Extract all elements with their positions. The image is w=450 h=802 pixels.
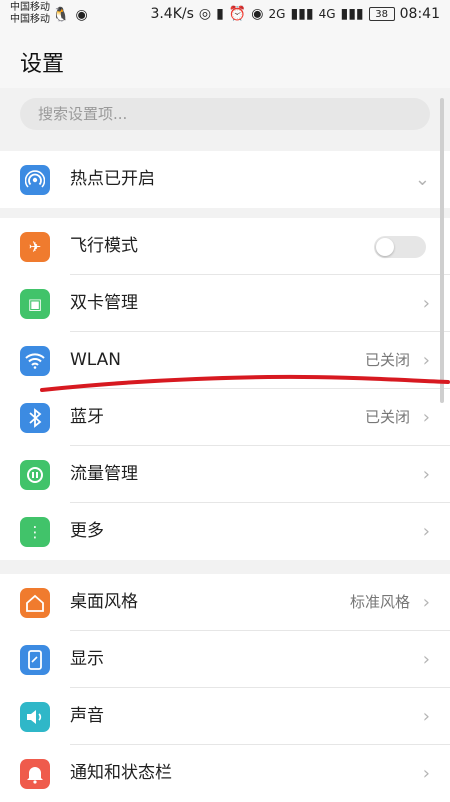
airplane-icon: ✈ bbox=[20, 232, 50, 262]
app-icon: ◉ bbox=[75, 7, 88, 23]
app-header: 设置 bbox=[0, 32, 450, 88]
settings-item-value: 标准风格 bbox=[349, 593, 410, 611]
settings-item-label: 桌面风格 bbox=[70, 592, 138, 612]
chevron-right-icon: › bbox=[422, 649, 430, 670]
settings-item-data-usage[interactable]: 流量管理 › bbox=[0, 446, 450, 503]
airplane-mode-toggle[interactable] bbox=[374, 236, 426, 258]
settings-item-label: 显示 bbox=[70, 649, 104, 669]
toggle-knob bbox=[376, 238, 394, 256]
settings-item-label: 双卡管理 bbox=[70, 293, 138, 313]
qq-icon: 🐧 bbox=[52, 7, 70, 23]
data-usage-icon bbox=[20, 460, 50, 490]
settings-item-label: 流量管理 bbox=[70, 464, 138, 484]
sound-icon bbox=[20, 702, 50, 732]
more-icon: ⋮ bbox=[20, 517, 50, 547]
page-title: 设置 bbox=[20, 52, 65, 77]
settings-item-label: 更多 bbox=[70, 521, 104, 541]
bluetooth-icon bbox=[20, 403, 50, 433]
notification-icon bbox=[20, 759, 50, 789]
red-underline-annotation bbox=[40, 374, 450, 392]
settings-item-label: 通知和状态栏 bbox=[70, 763, 172, 783]
carrier-labels: 中国移动 中国移动 bbox=[10, 2, 50, 26]
chevron-right-icon: › bbox=[422, 293, 430, 314]
settings-item-dual-sim[interactable]: ▣ 双卡管理 › bbox=[0, 275, 450, 332]
group-display: 桌面风格 标准风格 › 显示 › 声音 › 通知和状态栏 › bbox=[0, 574, 450, 802]
settings-item-label: 热点已开启 bbox=[70, 169, 155, 189]
hotspot-icon bbox=[20, 165, 50, 195]
settings-item-home-style[interactable]: 桌面风格 标准风格 › bbox=[0, 574, 450, 631]
status-right: 3.4K/s ◎ ▮ ⏰ ◉ 2G ▮▮▮ 4G ▮▮▮ 38 08:41 bbox=[150, 6, 440, 22]
settings-item-sound[interactable]: 声音 › bbox=[0, 688, 450, 745]
eye-icon: ◉ bbox=[251, 6, 264, 22]
chevron-down-icon[interactable]: ⌄ bbox=[415, 151, 430, 208]
alarm-icon: ⏰ bbox=[228, 6, 247, 22]
network-type-1: 2G bbox=[268, 7, 286, 21]
settings-item-label: 飞行模式 bbox=[70, 236, 138, 256]
signal-icon-2: ▮▮▮ bbox=[340, 6, 364, 22]
search-input[interactable]: 搜索设置项... bbox=[20, 98, 430, 130]
settings-item-more[interactable]: ⋮ 更多 › bbox=[0, 503, 450, 560]
search-area: 搜索设置项... bbox=[0, 88, 450, 138]
settings-item-label: 声音 bbox=[70, 706, 104, 726]
signal-icon-1: ▮▮▮ bbox=[290, 6, 314, 22]
status-bar: 中国移动 中国移动 🐧 ◉ 3.4K/s ◎ ▮ ⏰ ◉ 2G ▮▮▮ 4G ▮… bbox=[0, 0, 450, 32]
chevron-right-icon: › bbox=[422, 592, 430, 613]
chevron-right-icon: › bbox=[422, 763, 430, 784]
network-type-2: 4G bbox=[318, 7, 336, 21]
settings-item-notifications[interactable]: 通知和状态栏 › bbox=[0, 745, 450, 802]
clock: 08:41 bbox=[399, 6, 440, 22]
hotspot-status-icon: ◎ bbox=[198, 6, 212, 22]
settings-item-display[interactable]: 显示 › bbox=[0, 631, 450, 688]
vibrate-icon: ▮ bbox=[216, 6, 224, 22]
chevron-right-icon: › bbox=[422, 464, 430, 485]
settings-item-hotspot[interactable]: 热点已开启 ⌄ bbox=[0, 151, 450, 208]
group-hotspot: 热点已开启 ⌄ bbox=[0, 151, 450, 208]
sim-card-icon: ▣ bbox=[20, 289, 50, 319]
notification-icons: 🐧 ◉ bbox=[52, 7, 88, 23]
chevron-right-icon: › bbox=[422, 706, 430, 727]
carrier-2: 中国移动 bbox=[10, 14, 50, 25]
display-icon bbox=[20, 645, 50, 675]
scrollbar[interactable] bbox=[440, 98, 444, 403]
carrier-1: 中国移动 bbox=[10, 2, 50, 13]
network-speed: 3.4K/s bbox=[150, 6, 194, 22]
settings-item-airplane-mode[interactable]: ✈ 飞行模式 bbox=[0, 218, 450, 275]
home-icon bbox=[20, 588, 50, 618]
chevron-right-icon: › bbox=[422, 521, 430, 542]
battery-icon: 38 bbox=[368, 7, 395, 21]
